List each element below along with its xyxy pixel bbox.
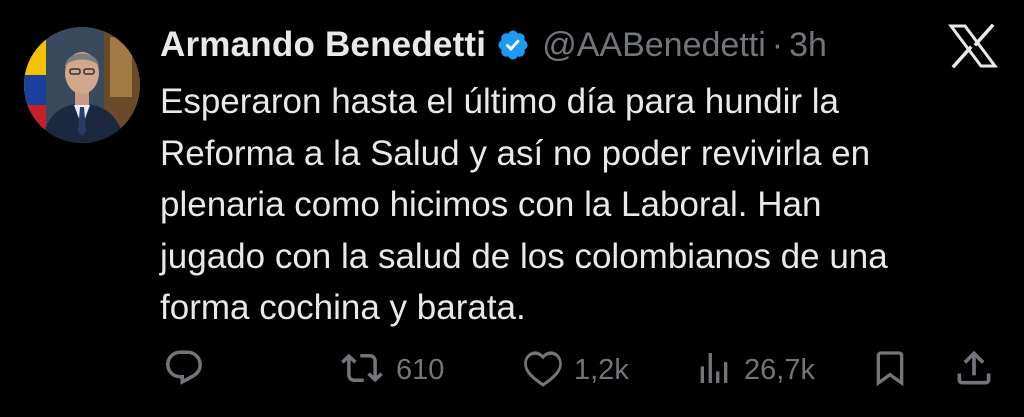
meta-separator: ·	[771, 25, 784, 64]
post-time[interactable]: 3h	[789, 26, 827, 65]
views-icon	[694, 347, 734, 394]
tweet-text-line: plenaria como hicimos con la Laboral. Ha…	[160, 185, 822, 224]
tweet-text-line: jugado con la salud de los colombianos d…	[160, 236, 888, 276]
bookmark-icon	[870, 346, 910, 395]
like-button[interactable]: 1,2k	[522, 340, 629, 400]
tweet-card: Armando Benedetti @AABenedetti · 3h Espe…	[0, 0, 1024, 417]
retweet-icon	[338, 347, 386, 394]
tweet-text-line: Reforma a la Salud y así no poder revivi…	[160, 133, 871, 173]
verified-badge-icon	[496, 28, 530, 62]
reply-button[interactable]	[163, 340, 215, 400]
bookmark-button[interactable]	[870, 340, 910, 400]
author-handle[interactable]: @AABenedetti	[542, 26, 766, 65]
retweet-count: 610	[396, 353, 445, 386]
avatar[interactable]	[24, 27, 140, 143]
share-button[interactable]	[952, 340, 996, 400]
tweet-text-line: forma cochina y barata.	[160, 288, 526, 327]
tweet-text: Esperaron hasta el último día para hundi…	[160, 76, 1000, 334]
views-button[interactable]: 26,7k	[694, 340, 815, 400]
x-logo-icon	[948, 23, 998, 69]
retweet-button[interactable]: 610	[338, 340, 444, 400]
reply-icon	[163, 347, 205, 394]
share-icon	[952, 346, 996, 395]
action-bar: 610 1,2k 26,7k	[0, 340, 1024, 400]
tweet-text-line: Esperaron hasta el último día para hundi…	[160, 82, 840, 121]
tweet-header: Armando Benedetti @AABenedetti · 3h	[160, 22, 827, 68]
heart-icon	[522, 347, 564, 394]
like-count: 1,2k	[574, 353, 629, 386]
view-count: 26,7k	[744, 353, 815, 386]
author-name[interactable]: Armando Benedetti	[160, 25, 486, 65]
